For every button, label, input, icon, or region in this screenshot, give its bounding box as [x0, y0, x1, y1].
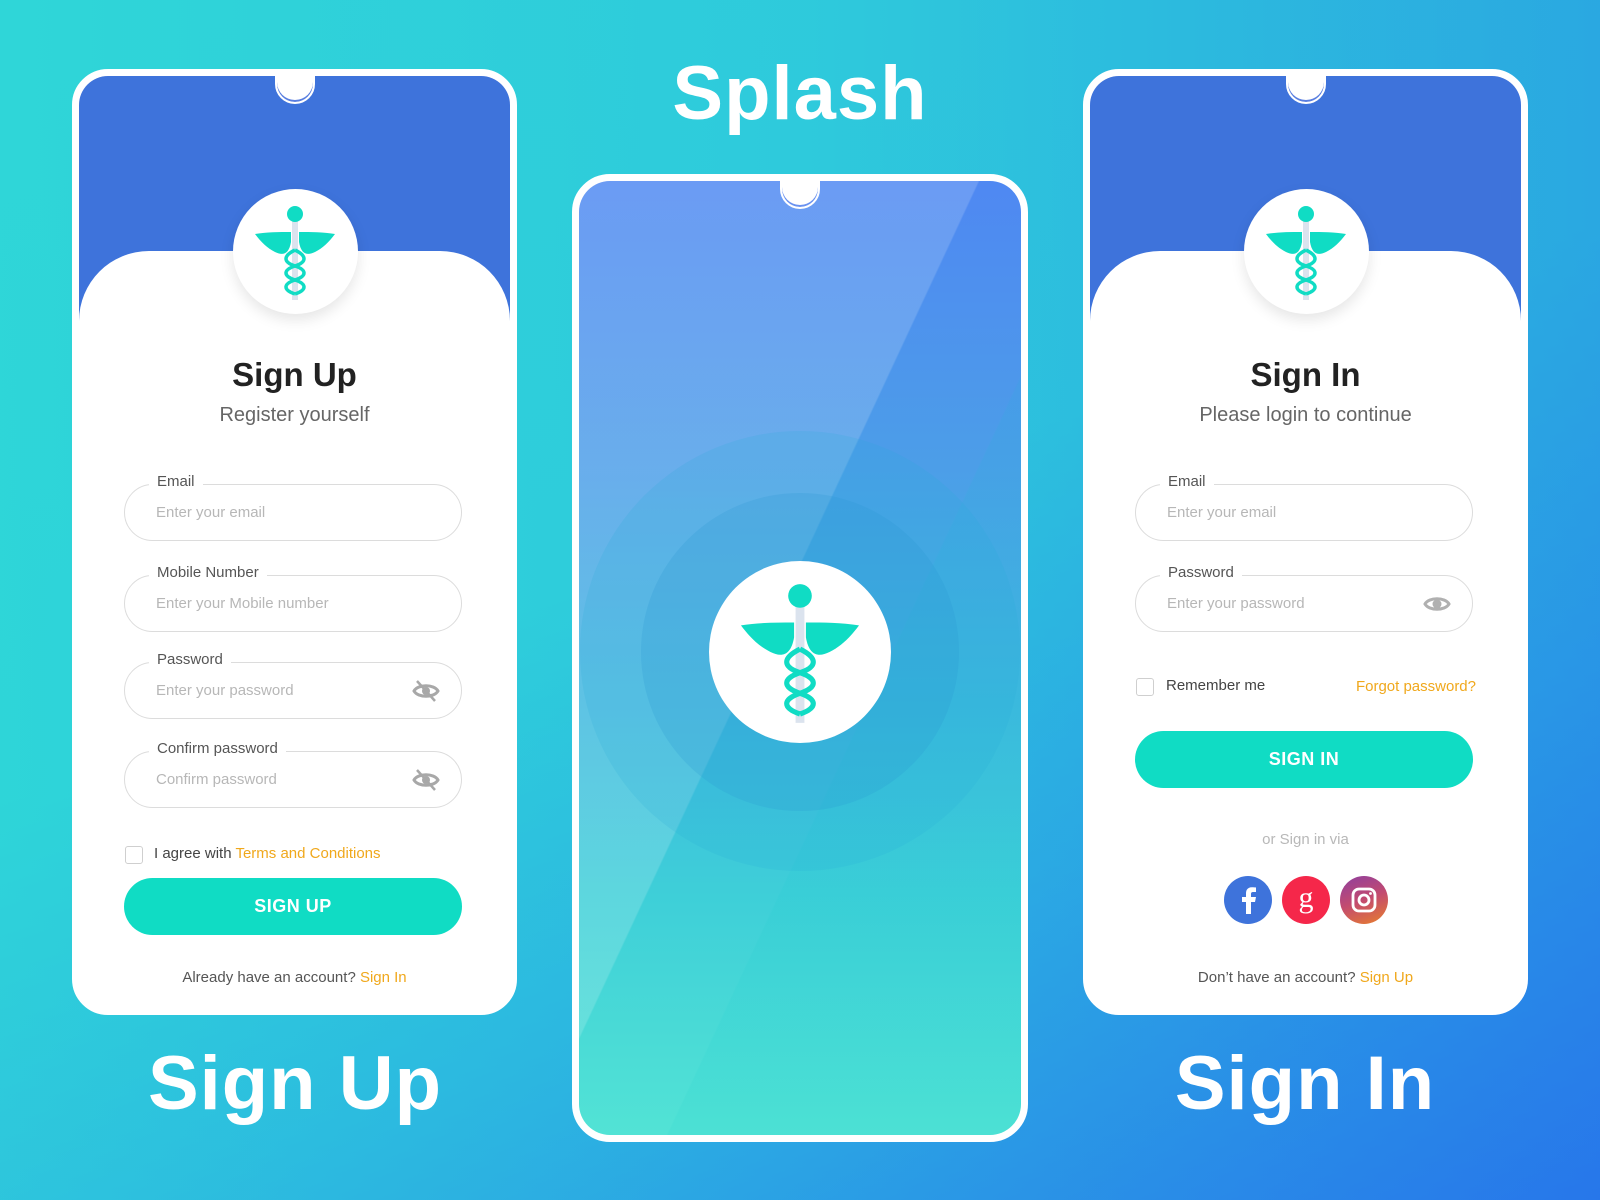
caduceus-icon: [740, 584, 860, 723]
eye-icon: [1423, 596, 1451, 611]
svg-text:g: g: [1298, 884, 1313, 914]
email-field: Email: [1135, 473, 1473, 541]
page-subtitle: Please login to continue: [1199, 404, 1412, 426]
signin-prompt: Already have an account? Sign In: [79, 969, 510, 986]
app-logo: [1243, 189, 1369, 314]
signup-caption: Sign Up: [147, 1041, 443, 1126]
facebook-login-button[interactable]: [1223, 876, 1272, 924]
toggle-password-visibility[interactable]: [411, 677, 441, 705]
agree-checkbox[interactable]: [125, 846, 143, 864]
sign-in-link[interactable]: Sign In: [360, 969, 407, 986]
email-input[interactable]: [1167, 485, 1412, 540]
sign-up-button[interactable]: SIGN UP: [124, 878, 462, 935]
forgot-password-link[interactable]: Forgot password?: [1356, 678, 1476, 695]
toggle-confirm-password-visibility[interactable]: [411, 766, 441, 794]
facebook-icon: [1241, 887, 1256, 914]
signin-phone: Sign In Please login to continue Email P…: [1083, 69, 1528, 1015]
email-input[interactable]: [156, 485, 401, 540]
page-title: Sign In: [1250, 356, 1361, 393]
terms-link[interactable]: Terms and Conditions: [235, 845, 380, 862]
caduceus-icon: [255, 205, 335, 300]
signup-prompt-text: Don’t have an account?: [1197, 969, 1360, 986]
eye-off-icon: [412, 679, 440, 702]
page-title: Sign Up: [232, 356, 357, 393]
confirm-password-field: Confirm password: [124, 740, 462, 808]
app-logo: [232, 189, 358, 314]
password-input[interactable]: [1167, 576, 1412, 631]
password-input[interactable]: [156, 663, 401, 718]
toggle-password-visibility[interactable]: [1422, 590, 1452, 618]
instagram-icon: [1351, 887, 1376, 913]
signin-prompt-text: Already have an account?: [182, 969, 360, 986]
splash-logo: [709, 561, 891, 743]
social-login-row: g: [1090, 876, 1521, 924]
google-icon: g: [1298, 884, 1313, 914]
google-login-button[interactable]: g: [1281, 876, 1330, 924]
password-field: Password: [1135, 564, 1473, 632]
mobile-input[interactable]: [156, 576, 401, 631]
page-subtitle: Register yourself: [219, 404, 370, 426]
instagram-login-button[interactable]: [1339, 876, 1388, 924]
sign-in-button[interactable]: SIGN IN: [1135, 731, 1473, 788]
agree-text: I agree with Terms and Conditions: [154, 845, 381, 862]
splash-phone: [572, 174, 1028, 1142]
social-prompt: or Sign in via: [1262, 831, 1349, 848]
signup-phone: Sign Up Register yourself Email Mobile N…: [72, 69, 517, 1015]
remember-me-checkbox[interactable]: [1136, 678, 1154, 696]
confirm-password-input[interactable]: [156, 752, 401, 807]
splash-caption: Splash: [672, 51, 928, 136]
sign-up-link[interactable]: Sign Up: [1360, 969, 1413, 986]
eye-off-icon: [412, 768, 440, 791]
signup-prompt: Don’t have an account? Sign Up: [1090, 969, 1521, 986]
mobile-field: Mobile Number: [124, 564, 462, 632]
agree-label: I agree with: [154, 845, 236, 862]
caduceus-icon: [1266, 205, 1346, 300]
signin-caption: Sign In: [1174, 1041, 1436, 1126]
password-field: Password: [124, 651, 462, 719]
remember-me-label: Remember me: [1166, 677, 1266, 694]
email-field: Email: [124, 473, 462, 541]
